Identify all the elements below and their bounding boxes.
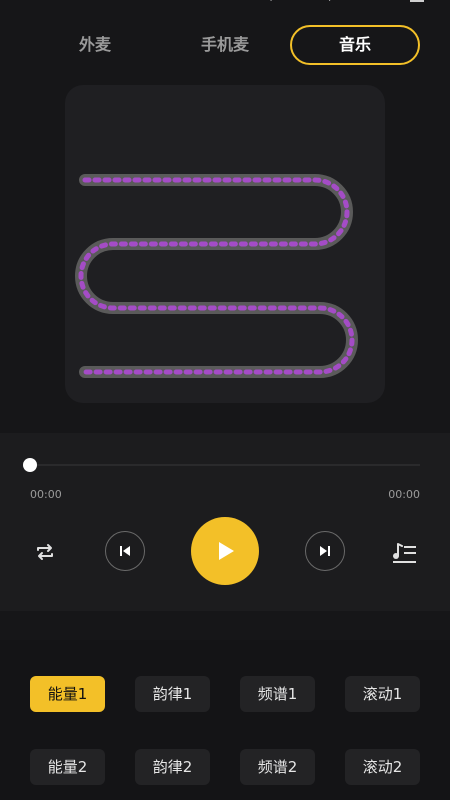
current-time: 00:00 <box>30 488 62 501</box>
progress-thumb[interactable] <box>23 458 37 472</box>
visualizer-dots <box>78 177 355 375</box>
effect-scroll-2[interactable]: 滚动2 <box>345 749 420 785</box>
status-icon <box>410 0 424 2</box>
tab-music[interactable]: 音乐 <box>290 25 420 65</box>
visualizer-path <box>75 174 358 378</box>
tab-external-mic[interactable]: 外麦 <box>30 25 160 65</box>
status-bar-fragment: ( ) <box>268 0 338 4</box>
effect-spectrum-2[interactable]: 频谱2 <box>240 749 315 785</box>
previous-button[interactable] <box>105 531 145 571</box>
effect-spectrum-1[interactable]: 频谱1 <box>240 676 315 712</box>
play-icon <box>219 542 234 560</box>
tab-phone-mic[interactable]: 手机麦 <box>160 25 290 65</box>
player-panel: 00:00 00:00 <box>0 433 450 611</box>
effect-rhythm-1[interactable]: 韵律1 <box>135 676 210 712</box>
skip-previous-icon <box>120 546 130 556</box>
repeat-button[interactable] <box>30 537 60 567</box>
effect-grid: 能量1 韵律1 频谱1 滚动1 能量2 韵律2 频谱2 滚动2 <box>0 640 450 800</box>
total-time: 00:00 <box>388 488 420 501</box>
status-paren-right: ) <box>328 0 333 2</box>
status-paren-left: ( <box>268 0 273 2</box>
repeat-icon <box>37 544 53 560</box>
effect-energy-1[interactable]: 能量1 <box>30 676 105 712</box>
next-button[interactable] <box>305 531 345 571</box>
playlist-icon <box>393 543 416 563</box>
playlist-button[interactable] <box>390 537 420 567</box>
progress-track[interactable] <box>30 464 420 466</box>
effect-scroll-1[interactable]: 滚动1 <box>345 676 420 712</box>
visualizer-preview <box>65 85 385 403</box>
visualizer-graphic <box>75 174 358 378</box>
effect-energy-2[interactable]: 能量2 <box>30 749 105 785</box>
play-button[interactable] <box>191 517 259 585</box>
source-tabs: 外麦 手机麦 音乐 <box>30 25 420 65</box>
effect-rhythm-2[interactable]: 韵律2 <box>135 749 210 785</box>
skip-next-icon <box>320 546 330 556</box>
